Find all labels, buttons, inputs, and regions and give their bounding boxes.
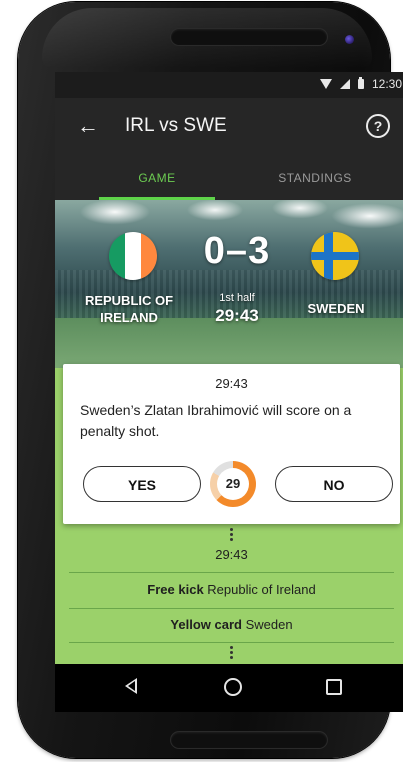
screen: 12:30 ← IRL vs SWE ? GAME STANDINGS 0–3 … [55, 72, 403, 712]
feed-event: Free kick Republic of Ireland [55, 582, 403, 597]
status-time: 12:30 [371, 77, 402, 91]
prediction-card: 29:43 Sweden’s Zlatan Ibrahimović will s… [63, 364, 400, 524]
away-team-name: SWEDEN [307, 301, 365, 316]
event-type: Yellow card [170, 617, 242, 632]
countdown-ring: 29 [210, 461, 256, 507]
match-header: 0–3 REPUBLIC OF IRELAND 1st half 29:43 S… [55, 200, 403, 368]
event-type: Free kick [147, 582, 204, 597]
home-team-name: REPUBLIC OF IRELAND [84, 293, 174, 325]
nav-home-icon[interactable] [224, 678, 242, 696]
battery-icon [357, 77, 364, 89]
no-button[interactable]: NO [275, 466, 393, 502]
more-dots-icon [230, 528, 234, 542]
feed-event: Yellow card Sweden [55, 617, 403, 632]
event-team: Sweden [245, 617, 293, 632]
top-speaker [171, 29, 327, 45]
yes-button[interactable]: YES [83, 466, 201, 502]
sweden-flag-icon [311, 232, 359, 280]
sweden-cross-horizontal [311, 252, 359, 260]
match-period: 1st half [219, 292, 255, 304]
nav-recents-icon[interactable] [326, 679, 342, 695]
divider [69, 642, 394, 643]
wifi-icon [319, 79, 332, 89]
help-icon[interactable]: ? [366, 114, 390, 138]
more-dots-icon [230, 646, 234, 660]
status-icons: 12:30 [319, 77, 402, 91]
tab-standings[interactable]: STANDINGS [255, 156, 375, 200]
prediction-time: 29:43 [215, 376, 248, 391]
match-score: 0–3 [203, 230, 271, 272]
ireland-flag-icon [109, 232, 157, 280]
bottom-speaker [171, 732, 327, 748]
back-arrow-icon[interactable]: ← [77, 114, 101, 138]
tab-bar: GAME STANDINGS [55, 156, 403, 200]
status-bar: 12:30 [55, 72, 403, 98]
prediction-question: Sweden’s Zlatan Ibrahimović will score o… [80, 402, 352, 439]
divider [69, 608, 394, 609]
countdown-value: 29 [217, 468, 249, 500]
nav-back-icon[interactable] [125, 678, 137, 694]
app-bar: ← IRL vs SWE ? [55, 98, 403, 156]
match-clock: 29:43 [215, 306, 259, 325]
tab-game[interactable]: GAME [99, 156, 215, 200]
system-nav-bar [55, 664, 403, 712]
signal-icon [339, 79, 350, 89]
front-camera [345, 35, 354, 44]
divider [69, 572, 394, 573]
event-team: Republic of Ireland [207, 582, 316, 597]
phone-frame: 12:30 ← IRL vs SWE ? GAME STANDINGS 0–3 … [18, 2, 403, 758]
page-title: IRL vs SWE [125, 115, 227, 136]
feed-time: 29:43 [215, 547, 248, 562]
